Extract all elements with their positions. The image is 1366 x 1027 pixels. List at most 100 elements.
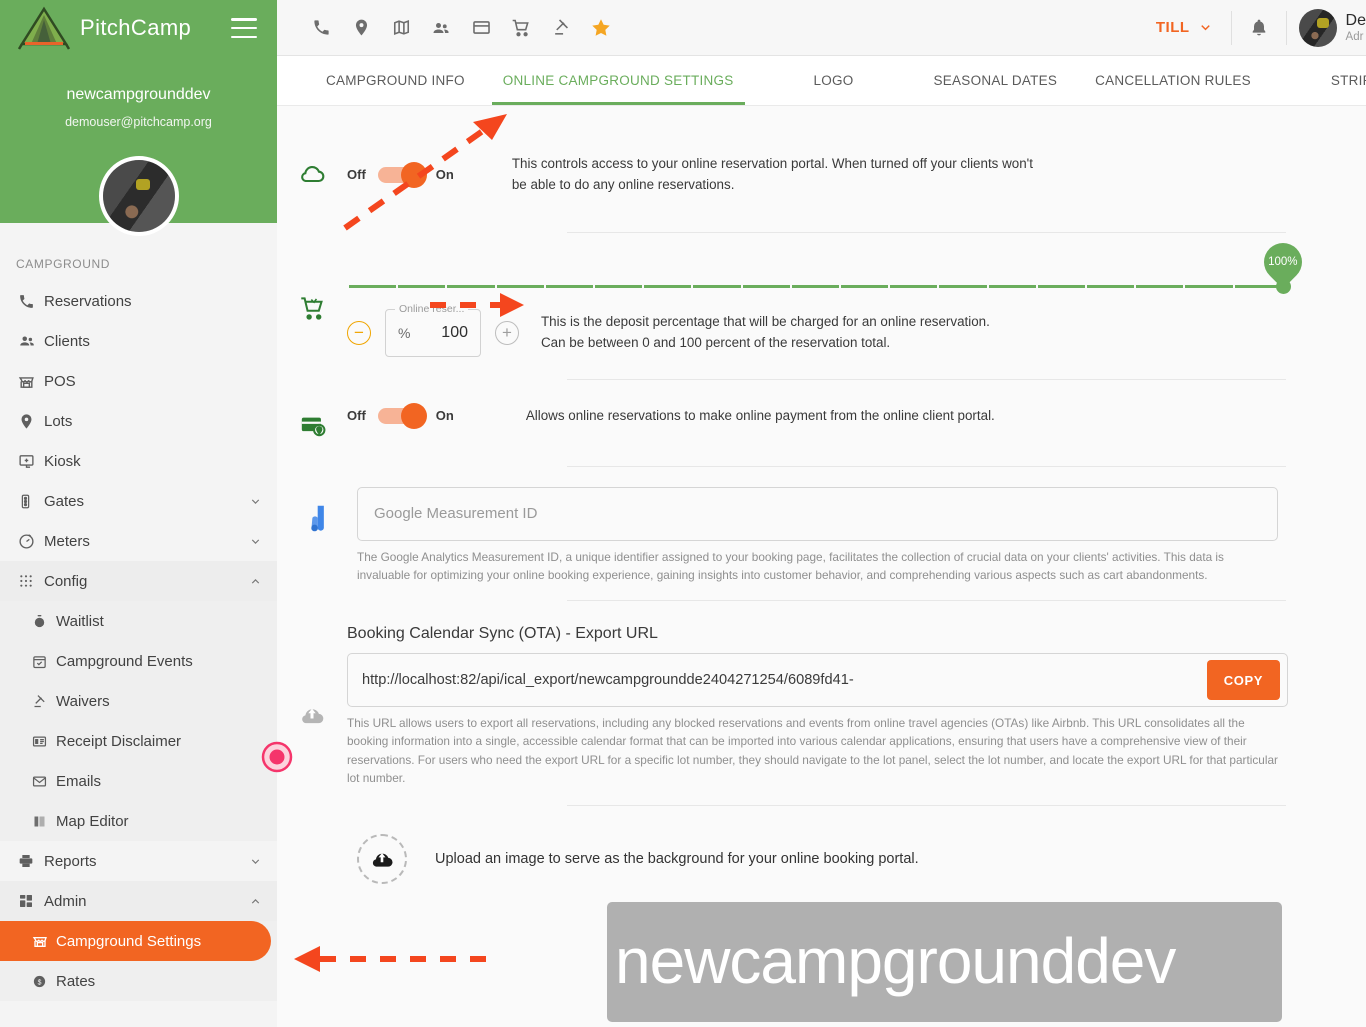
tab-seasonal-dates[interactable]: SEASONAL DATES [915, 56, 1077, 105]
people-icon[interactable] [421, 8, 461, 48]
map-icon[interactable] [381, 8, 421, 48]
analytics-help-text: The Google Analytics Measurement ID, a u… [357, 549, 1224, 582]
traffic-light-icon [18, 493, 44, 510]
calendar-sync-help-text: This URL allows users to export all rese… [347, 716, 1278, 785]
bell-icon[interactable] [1232, 18, 1286, 38]
sidebar-item-label: POS [44, 372, 76, 390]
toggle-off-label: Off [347, 408, 366, 424]
upload-cloud-icon[interactable] [357, 834, 407, 885]
sidebar-item-campground-events[interactable]: Campground Events [0, 641, 277, 681]
map-icon [32, 814, 56, 829]
deposit-percent-value: 100 [441, 323, 468, 341]
avatar[interactable] [98, 156, 179, 236]
sidebar-item-label: Map Editor [56, 812, 129, 830]
calendar-sync-row: Booking Calendar Sync (OTA) - Export URL… [277, 601, 1366, 787]
receipt-icon [32, 734, 56, 749]
deposit-description: This is the deposit percentage that will… [541, 313, 990, 350]
avatar[interactable] [1298, 8, 1337, 47]
tab-cancellation-rules[interactable]: CANCELLATION RULES [1076, 56, 1270, 105]
deposit-slider[interactable]: 100% [347, 234, 1310, 303]
cart-icon[interactable] [501, 8, 541, 48]
sidebar-item-gates[interactable]: Gates [0, 481, 277, 521]
user-menu[interactable]: De Adr [1287, 8, 1366, 47]
chevron-down-icon [249, 535, 263, 548]
star-icon[interactable] [581, 8, 621, 48]
hamburger-menu-icon[interactable] [231, 18, 257, 38]
sidebar-item-pos[interactable]: POS [0, 361, 277, 401]
dashboard-icon [18, 893, 44, 909]
payment-pin-icon [277, 406, 347, 439]
phone-icon[interactable] [301, 8, 341, 48]
sidebar-item-label: Config [44, 572, 88, 590]
analytics-row: The Google Analytics Measurement ID, a u… [277, 467, 1366, 585]
chevron-up-icon [249, 895, 263, 908]
background-preview: newcampgrounddev [607, 902, 1282, 1023]
campground-name: newcampgrounddev [66, 86, 211, 103]
sidebar-item-label: Lots [44, 412, 73, 430]
sidebar-item-admin[interactable]: Admin [0, 881, 277, 921]
sidebar-item-label: Admin [44, 892, 87, 910]
cloud-icon [277, 154, 347, 188]
tab-campground-info[interactable]: CAMPGROUND INFO [307, 56, 484, 105]
phone-icon [18, 293, 44, 310]
online-portal-toggle[interactable] [377, 161, 427, 188]
google-measurement-id-input[interactable] [357, 486, 1278, 541]
meter-icon [18, 533, 44, 550]
store-icon [32, 933, 56, 949]
topbar: TILL De Adr [277, 0, 1366, 56]
kiosk-icon [18, 453, 44, 470]
toggle-on-label: On [435, 408, 454, 424]
export-url-field[interactable]: http://localhost:82/api/ical_export/newc… [347, 653, 1288, 708]
till-dropdown[interactable]: TILL [1138, 19, 1231, 36]
sidebar-item-kiosk[interactable]: Kiosk [0, 441, 277, 481]
card-icon[interactable] [461, 8, 501, 48]
deposit-percent-field[interactable]: Online reser... % 100 [385, 302, 481, 357]
sidebar-item-clients[interactable]: Clients [0, 321, 277, 361]
sidebar-item-config[interactable]: Config [0, 561, 277, 601]
sidebar-item-label: Receipt Disclaimer [56, 732, 182, 750]
sidebar-item-label: Emails [56, 772, 102, 790]
copy-button[interactable]: COPY [1206, 660, 1280, 701]
timer-icon [32, 614, 56, 629]
calendar-sync-title: Booking Calendar Sync (OTA) - Export URL [347, 625, 658, 643]
increment-button[interactable]: + [495, 320, 519, 345]
sidebar-item-campground-settings[interactable]: Campground Settings [0, 921, 271, 961]
sidebar-item-receipt-disclaimer[interactable]: Receipt Disclaimer [0, 721, 277, 761]
sidebar-item-emails[interactable]: Emails [0, 761, 277, 801]
tab-stripe[interactable]: STRIPE [1312, 56, 1366, 105]
online-payment-description: Allows online reservations to make onlin… [525, 407, 995, 423]
field-legend: Online reser... [395, 302, 469, 315]
gavel-icon [32, 694, 56, 709]
tab-logo[interactable]: LOGO [795, 56, 873, 105]
email-icon [32, 774, 56, 789]
sidebar-item-meters[interactable]: Meters [0, 521, 277, 561]
till-label: TILL [1155, 19, 1190, 36]
sidebar-item-map-editor[interactable]: Map Editor [0, 801, 277, 841]
user-role: Adr [1345, 30, 1364, 43]
online-payment-toggle-group: Off On Allows online reservations to mak… [347, 402, 1286, 429]
percent-symbol: % [398, 324, 411, 341]
online-payment-toggle[interactable] [377, 402, 427, 429]
user-name: De [1345, 12, 1366, 30]
map-pin-icon[interactable] [341, 8, 381, 48]
online-portal-row: Off On This controls access to your onli… [277, 106, 1366, 196]
sidebar-item-reservations[interactable]: Reservations [0, 281, 277, 321]
sidebar-item-reports[interactable]: Reports [0, 841, 277, 881]
chevron-down-icon [249, 855, 263, 868]
grid-icon [18, 573, 44, 589]
sidebar-item-lots[interactable]: Lots [0, 401, 277, 441]
sidebar-item-waivers[interactable]: Waivers [0, 681, 277, 721]
sidebar-item-label: Gates [44, 492, 85, 510]
decrement-button[interactable]: − [347, 320, 371, 345]
tab-online-campground-settings[interactable]: ONLINE CAMPGROUND SETTINGS [484, 56, 753, 105]
calendar-icon [32, 654, 56, 669]
gavel-icon[interactable] [541, 8, 581, 48]
slider-ticks [347, 280, 1284, 291]
sidebar-item-label: Kiosk [44, 452, 81, 470]
sidebar-item-waitlist[interactable]: Waitlist [0, 601, 277, 641]
sidebar-item-rates[interactable]: $ Rates [0, 961, 277, 1001]
online-portal-description: This controls access to your online rese… [511, 156, 1033, 192]
sidebar-nav: Reservations Clients POS Lots Kiosk Gate… [0, 281, 277, 1027]
google-analytics-icon [287, 487, 357, 535]
dollar-icon: $ [32, 974, 56, 989]
